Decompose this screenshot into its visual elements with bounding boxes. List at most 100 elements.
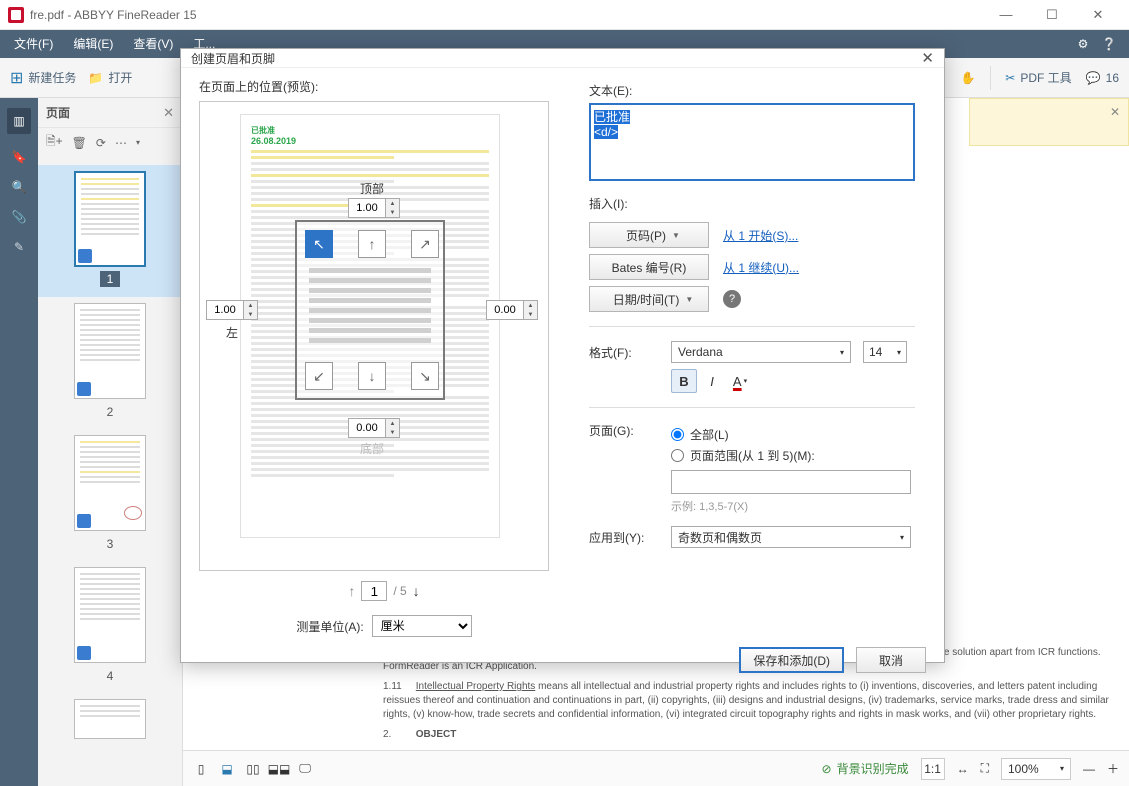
page-nav-input[interactable] (361, 581, 387, 601)
new-task-button[interactable]: ⊞ 新建任务 (10, 68, 76, 88)
dropdown-icon[interactable]: ▾ (136, 138, 140, 147)
radio-all-label: 全部(L) (690, 426, 729, 443)
divider-2 (589, 407, 915, 408)
position-bottom-left[interactable]: ↙ (305, 362, 333, 390)
right-margin-input[interactable] (486, 300, 524, 320)
ratio-button[interactable]: 1:1 (921, 758, 945, 780)
thumb-page-4[interactable]: 4 (38, 561, 182, 693)
zoom-select[interactable]: 100% ▾ (1001, 758, 1071, 780)
position-top-right[interactable]: ↗ (411, 230, 439, 258)
header-footer-dialog: 创建页眉和页脚 ✕ 在页面上的位置(预览): 已批准 26.08.2019 顶部… (180, 48, 945, 663)
open-button[interactable]: 📁 打开 (88, 69, 132, 86)
delete-page-icon[interactable]: 🗑 (72, 136, 87, 150)
continue-from-1-link[interactable]: 从 1 继续(U)... (723, 259, 799, 276)
page-number-button[interactable]: 页码(P)▼ (589, 222, 709, 248)
page-range-input[interactable] (671, 470, 911, 494)
font-color-button[interactable]: A ▾ (727, 369, 753, 393)
start-from-1-link[interactable]: 从 1 开始(S)... (723, 227, 798, 244)
cancel-button[interactable]: 取消 (856, 647, 926, 673)
top-margin-spinner[interactable]: ▲▼ (348, 198, 400, 218)
thumb-num-2: 2 (107, 405, 114, 419)
next-page-button[interactable]: ↓ (413, 583, 420, 599)
bottom-margin-label: 底部 (360, 440, 384, 457)
left-margin-input[interactable] (206, 300, 244, 320)
text-input[interactable]: 已批准 <d/> (589, 103, 915, 181)
zoom-in-icon[interactable]: ＋ (1107, 760, 1119, 777)
thumbs-close-button[interactable]: ✕ (163, 105, 174, 121)
banner-close[interactable]: ✕ (1110, 105, 1120, 119)
menu-view[interactable]: 查看(V) (123, 30, 183, 58)
text-label: 文本(E): (589, 82, 926, 99)
save-add-button[interactable]: 保存和添加(D) (739, 647, 844, 673)
more-icon[interactable]: ⋯ (115, 136, 127, 150)
status-indicator: ⊘ 背景识别完成 (822, 760, 909, 777)
thumbnails-panel: 页面 ✕ 🗎+ 🗑 ⟳ ⋯ ▾ 1 2 3 (38, 98, 183, 786)
bates-button[interactable]: Bates 编号(R) (589, 254, 709, 280)
comments-count: 16 (1106, 71, 1119, 85)
two-page-icon[interactable]: ▯▯ (245, 761, 261, 777)
single-page-icon[interactable]: ▯ (193, 761, 209, 777)
menu-file[interactable]: 文件(F) (4, 30, 63, 58)
thumb-badge: 1 (100, 271, 121, 287)
pdf-tools-button[interactable]: ✂ PDF 工具 (1005, 69, 1071, 86)
bottom-margin-spinner[interactable]: ▲▼ (348, 418, 400, 438)
open-label: 打开 (108, 69, 132, 86)
window-titlebar: fre.pdf - ABBYY FineReader 15 — ☐ ✕ (0, 0, 1129, 30)
position-top-center[interactable]: ↑ (358, 230, 386, 258)
range-hint: 示例: 1,3,5-7(X) (671, 498, 911, 514)
bottom-toolbar: ▯ ⬓ ▯▯ ⬓⬓ 🖵 ⊘ 背景识别完成 1:1 ↔ ⛶ 100% ▾ — ＋ (183, 750, 1129, 786)
measure-label: 测量单位(A): (296, 618, 363, 635)
close-button[interactable]: ✕ (1075, 0, 1121, 30)
left-margin-spinner[interactable]: ▲▼ (206, 300, 258, 320)
apply-select[interactable]: 奇数页和偶数页▾ (671, 526, 911, 548)
thumb-page-1[interactable]: 1 (38, 165, 182, 297)
rail-sign-icon[interactable]: ✎ (14, 240, 24, 254)
rail-pages-icon[interactable]: ▥ (7, 108, 30, 134)
position-grid: ↖ ↑ ↗ ↙ ↓ ↘ (295, 220, 445, 400)
fit-page-icon[interactable]: ⛶ (981, 761, 989, 776)
apply-label: 应用到(Y): (589, 529, 659, 546)
gear-icon[interactable]: ⚙ (1075, 36, 1091, 52)
text-line-1: 已批准 (594, 110, 630, 124)
bottom-margin-input[interactable] (348, 418, 386, 438)
bold-button[interactable]: B (671, 369, 697, 393)
add-page-icon[interactable]: 🗎+ (46, 132, 63, 153)
italic-button[interactable]: I (699, 369, 725, 393)
radio-page-range[interactable] (671, 449, 684, 462)
two-continuous-icon[interactable]: ⬓⬓ (271, 761, 287, 777)
prev-page-button[interactable]: ↑ (348, 583, 355, 599)
thumb-page-3[interactable]: 3 (38, 429, 182, 561)
menu-edit[interactable]: 编辑(E) (63, 30, 123, 58)
left-margin-label: 左 (226, 324, 238, 341)
comments-button[interactable]: 💬 16 (1086, 71, 1119, 85)
rail-bookmark-icon[interactable]: 🔖 (12, 150, 27, 164)
help-icon[interactable]: ❔ (1101, 36, 1117, 52)
measure-select[interactable]: 厘米 (372, 615, 472, 637)
continuous-icon[interactable]: ⬓ (219, 761, 235, 777)
rail-search-icon[interactable]: 🔍 (12, 180, 27, 194)
font-size-select[interactable]: 14▾ (863, 341, 907, 363)
zoom-out-icon[interactable]: — (1083, 762, 1095, 776)
rail-attach-icon[interactable]: 📎 (12, 210, 27, 224)
dialog-footer: 保存和添加(D) 取消 (181, 647, 944, 673)
dialog-close-button[interactable]: ✕ (921, 49, 934, 67)
position-top-left[interactable]: ↖ (305, 230, 333, 258)
position-bottom-center[interactable]: ↓ (358, 362, 386, 390)
minimize-button[interactable]: — (983, 0, 1029, 30)
position-bottom-right[interactable]: ↘ (411, 362, 439, 390)
top-margin-input[interactable] (348, 198, 386, 218)
monitor-icon[interactable]: 🖵 (297, 761, 313, 777)
preview-approved-date: 26.08.2019 (251, 136, 489, 146)
thumb-page-5[interactable] (38, 693, 182, 749)
maximize-button[interactable]: ☐ (1029, 0, 1075, 30)
thumb-page-2[interactable]: 2 (38, 297, 182, 429)
right-margin-spinner[interactable]: ▲▼ (486, 300, 538, 320)
fit-width-icon[interactable]: ↔ (957, 762, 969, 776)
dialog-titlebar: 创建页眉和页脚 ✕ (181, 49, 944, 68)
datetime-button[interactable]: 日期/时间(T)▼ (589, 286, 709, 312)
hand-icon[interactable]: ✋ (960, 70, 976, 86)
font-select[interactable]: Verdana▾ (671, 341, 851, 363)
rotate-icon[interactable]: ⟳ (96, 136, 106, 150)
help-info-icon[interactable]: ? (723, 290, 741, 308)
radio-all-pages[interactable] (671, 428, 684, 441)
